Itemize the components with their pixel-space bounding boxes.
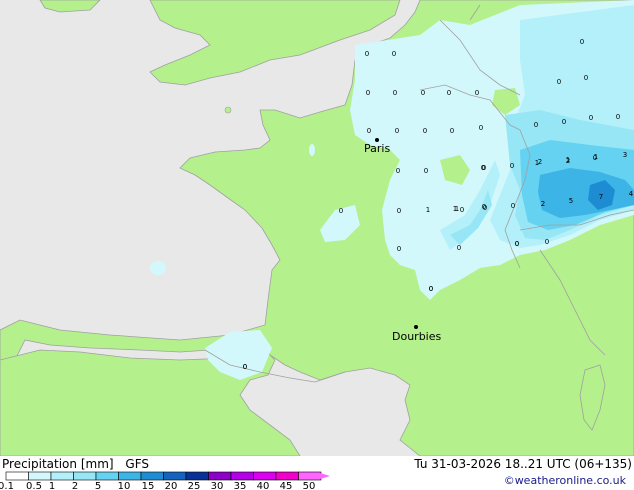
legend-tick-label: 10 <box>118 481 131 490</box>
grid-value: 0 <box>367 127 371 135</box>
legend-tick-label: 0.1 <box>0 481 14 490</box>
grid-value: 0 <box>580 38 584 46</box>
grid-value: 0 <box>515 240 519 248</box>
precip-area-light-spot <box>150 261 166 275</box>
valid-time: Tu 31-03-2026 18..21 UTC (06+135) <box>414 457 632 471</box>
legend-swatch <box>118 471 142 481</box>
legend-swatch <box>298 471 322 481</box>
credit-link[interactable]: ©weatheronline.co.uk <box>504 474 626 487</box>
grid-value: 0 <box>557 78 561 86</box>
grid-value: 0 <box>395 127 399 135</box>
grid-value: 0 <box>421 89 425 97</box>
legend-swatch <box>253 471 277 481</box>
grid-value: 2 <box>538 158 542 166</box>
legend-swatch <box>163 471 187 481</box>
grid-value: 0 <box>475 89 479 97</box>
legend-swatch <box>73 471 97 481</box>
grid-value: 0 <box>429 285 433 293</box>
legend-tick-label: 5 <box>95 481 101 490</box>
legend-tick-label: 35 <box>234 481 247 490</box>
grid-value: 2 <box>541 200 545 208</box>
grid-value: 3 <box>623 151 627 159</box>
grid-value: 0 <box>457 244 461 252</box>
precipitation-map: 0 000 0 0 0 00 00 0 0 0 0 0 0 00 0 0 00 0 1 1 0 01 10 0 00000002… <box>0 0 634 456</box>
grid-value: 0 <box>366 89 370 97</box>
legend-tick-label: 15 <box>142 481 155 490</box>
grid-value: 0 <box>393 89 397 97</box>
precip-area-light-spot <box>309 144 315 156</box>
grid-value: 0 <box>424 167 428 175</box>
grid-value: 0 <box>447 89 451 97</box>
grid-value: 0 <box>510 162 514 170</box>
grid-value: 2 <box>566 157 570 165</box>
grid-value: 1 <box>426 206 430 214</box>
legend-swatch <box>230 471 254 481</box>
city-marker-dourbies <box>414 325 418 329</box>
grid-value: 4 <box>629 190 634 198</box>
grid-value: 7 <box>599 193 603 201</box>
legend-swatch <box>50 471 74 481</box>
grid-value: 0 <box>511 202 515 210</box>
grid-value: 1 <box>453 205 457 213</box>
grid-value: 0 <box>397 245 401 253</box>
grid-value: 0 <box>562 118 566 126</box>
land-island <box>224 106 232 114</box>
city-label-dourbies: Dourbies <box>392 330 442 343</box>
legend-tick-label: 2 <box>72 481 78 490</box>
legend-title: Precipitation [mm] GFS <box>2 457 149 471</box>
grid-value: 0 <box>482 164 486 172</box>
grid-value: 0 <box>482 203 486 211</box>
grid-value: 0 <box>450 127 454 135</box>
legend-swatch <box>95 471 119 481</box>
grid-value: 0 <box>365 50 369 58</box>
grid-value: 1 <box>594 153 598 161</box>
legend-swatch <box>140 471 164 481</box>
legend-arrow <box>320 473 330 479</box>
grid-value: 0 <box>589 114 593 122</box>
legend-tick-label: 1 <box>49 481 55 490</box>
grid-value: 0 <box>339 207 343 215</box>
city-label-paris: Paris <box>364 142 390 155</box>
grid-value: 0 <box>584 74 588 82</box>
legend-swatch <box>275 471 299 481</box>
legend-tick-label: 20 <box>165 481 178 490</box>
legend-tick-label: 40 <box>257 481 270 490</box>
grid-value: 0 <box>243 363 247 371</box>
grid-value: 0 <box>479 124 483 132</box>
legend-swatch <box>208 471 232 481</box>
legend-tick-label: 30 <box>211 481 224 490</box>
footer: 0.1 0.5 1 2 5 10 15 20 25 30 35 40 45 50 Precipitatio… <box>0 456 634 490</box>
model-text: GFS <box>125 457 149 471</box>
legend-swatch <box>5 471 29 481</box>
legend-swatch <box>28 471 52 481</box>
grid-value: 0 <box>397 207 401 215</box>
grid-value: 0 <box>460 206 464 214</box>
grid-value: 0 <box>616 113 620 121</box>
title-text: Precipitation [mm] <box>2 457 114 471</box>
grid-value: 0 <box>396 167 400 175</box>
grid-value: 0 <box>545 238 549 246</box>
legend-tick-label: 50 <box>303 481 316 490</box>
grid-value: 0 <box>423 127 427 135</box>
legend-swatch <box>185 471 209 481</box>
legend-tick-label: 45 <box>280 481 293 490</box>
legend-tick-label: 0.5 <box>26 481 42 490</box>
legend-tick-label: 25 <box>188 481 201 490</box>
grid-value: 5 <box>569 197 573 205</box>
grid-value: 0 <box>534 121 538 129</box>
grid-value: 0 <box>392 50 396 58</box>
